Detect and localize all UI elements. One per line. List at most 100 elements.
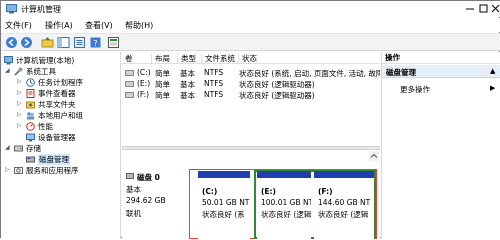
table-row[interactable]: (C:) 简单 基本 NTFS 状态良好 (系统, 启动, 页面文件, 活动, …: [122, 68, 380, 78]
expand-arrow-icon[interactable]: ▷: [17, 100, 22, 107]
cell-volume: (E:): [137, 79, 151, 88]
toolbar: ?: [1, 33, 500, 51]
more-actions-link[interactable]: 更多操作: [400, 84, 430, 95]
computer-management-window: 计算机管理 文件(F) 操作(A) 查看(V) 帮助(H) ? 计算机管理(本地…: [0, 0, 500, 239]
disk-icon: [126, 173, 134, 179]
tree-label-device-manager: 设备管理器: [38, 133, 76, 142]
close-icon: [491, 4, 500, 13]
properties-icon[interactable]: [73, 36, 86, 49]
col-header-type[interactable]: 类型: [178, 53, 202, 63]
chevron-up-icon: [370, 153, 378, 158]
submenu-arrow-icon[interactable]: ▶: [490, 84, 495, 92]
expand-arrow-icon[interactable]: ▷: [17, 111, 22, 118]
disk-map: 磁盘 0 基本 294.62 GB 联机 (C:) 50.01 GB NTI 状…: [122, 151, 380, 239]
window-title: 计算机管理: [21, 5, 61, 14]
disk-management-icon: [26, 156, 35, 163]
shared-folder-icon: [26, 101, 35, 109]
partition-size: 50.01 GB NTI: [202, 198, 250, 207]
cell-filesystem: NTFS: [204, 79, 224, 88]
collapse-up-icon[interactable]: ▲: [490, 67, 495, 75]
partition-status: 状态良好 (逻辑: [261, 210, 311, 219]
tree-label-root: 计算机管理(本地): [16, 56, 75, 65]
drive-icon: [125, 70, 134, 76]
up-folder-icon[interactable]: [41, 36, 54, 49]
partition-status: 状态良好 (逻辑: [318, 210, 369, 219]
cell-type: 基本: [180, 69, 195, 78]
drive-icon: [125, 92, 134, 98]
expand-arrow-icon[interactable]: ▷: [5, 166, 10, 173]
partition-size: 100.01 GB NT: [261, 198, 311, 207]
volume-list: 卷 布局 类型 文件系统 状态 (C:) 简单 基本 NTFS 状态良好 (系统…: [122, 52, 380, 146]
close-button[interactable]: [491, 2, 500, 14]
drive-icon: [125, 81, 134, 87]
show-hide-tree-icon[interactable]: [57, 36, 70, 49]
menu-view[interactable]: 查看(V): [85, 20, 113, 31]
partition-e[interactable]: (E:) 100.01 GB NT 状态良好 (逻辑: [257, 171, 311, 239]
cell-status: 状态良好 (逻辑驱动器): [239, 80, 315, 89]
tree-label-event-viewer: 事件查看器: [38, 89, 76, 98]
disk-info[interactable]: 磁盘 0 基本 294.62 GB 联机: [126, 171, 188, 239]
col-header-layout[interactable]: 布局: [152, 53, 178, 63]
disk-name: 磁盘 0: [137, 173, 160, 182]
menu-action[interactable]: 操作(A): [45, 20, 73, 31]
expand-arrow-icon[interactable]: ▷: [17, 89, 22, 96]
menu-help[interactable]: 帮助(H): [125, 20, 153, 31]
maximize-icon: [479, 4, 488, 13]
partition-size: 144.60 GB NT: [318, 198, 371, 207]
partition-bar: [257, 171, 311, 178]
storage-icon: [14, 145, 23, 152]
svg-text:?: ?: [93, 39, 97, 48]
back-icon[interactable]: [5, 36, 18, 49]
scroll-up-button[interactable]: [369, 151, 379, 161]
partition-label: (F:): [318, 187, 333, 196]
cell-filesystem: NTFS: [204, 68, 224, 77]
partition-bar: [314, 171, 374, 178]
help-icon[interactable]: ?: [89, 36, 102, 49]
tree-label-local-users: 本地用户和组: [38, 111, 83, 120]
tree-label-storage: 存储: [26, 144, 41, 153]
col-header-status[interactable]: 状态: [239, 53, 380, 63]
menu-file[interactable]: 文件(F): [5, 20, 32, 31]
cell-type: 基本: [180, 91, 195, 100]
event-log-icon: [26, 89, 35, 98]
tree-label-services: 服务和应用程序: [26, 166, 79, 175]
actions-section-disk-management[interactable]: 磁盘管理 ▲: [382, 65, 500, 78]
partition-bar: [198, 171, 250, 178]
cell-status: 状态良好 (系统, 启动, 页面文件, 活动, 故障: [239, 69, 380, 78]
col-header-volume[interactable]: 卷: [122, 53, 152, 63]
partition-status: 状态良好 (系: [202, 210, 245, 219]
partition-c[interactable]: (C:) 50.01 GB NTI 状态良好 (系: [198, 171, 250, 239]
export-icon[interactable]: [107, 36, 120, 49]
cell-layout: 简单: [155, 69, 170, 78]
cell-layout: 简单: [155, 80, 170, 89]
forward-icon[interactable]: [20, 36, 33, 49]
tree-label-system-tools: 系统工具: [26, 67, 56, 76]
volume-list-header: 卷 布局 类型 文件系统 状态: [122, 52, 380, 64]
minimize-icon: [466, 8, 474, 10]
users-icon: [27, 112, 34, 120]
col-header-filesystem[interactable]: 文件系统: [202, 53, 239, 63]
disk-status: 联机: [126, 209, 141, 218]
services-icon: [14, 167, 23, 174]
actions-pane: 操作 磁盘管理 ▲ 更多操作 ▶: [381, 52, 500, 239]
pane-splitter[interactable]: [122, 146, 380, 150]
maximize-button[interactable]: [479, 2, 488, 14]
minimize-button[interactable]: [465, 2, 475, 14]
device-manager-icon: [26, 133, 35, 142]
table-row[interactable]: (F:) 简单 基本 NTFS 状态良好 (逻辑驱动器): [122, 90, 380, 100]
collapse-arrow-icon[interactable]: ◢: [5, 67, 10, 74]
expand-arrow-icon[interactable]: ▷: [17, 78, 22, 85]
cell-volume: (C:): [137, 68, 151, 77]
disk-type: 基本: [126, 185, 141, 194]
disk-size: 294.62 GB: [126, 196, 166, 205]
computer-management-app-icon: [6, 4, 17, 14]
navigation-tree: 计算机管理(本地) ◢ 系统工具 ▷ 任务计划程序 ▷ 事件查看器 ▷ 共享文件…: [1, 52, 121, 239]
collapse-arrow-icon[interactable]: ◢: [5, 144, 10, 151]
tree-label-disk-management: 磁盘管理: [38, 154, 70, 165]
tools-icon: [14, 67, 23, 76]
partition-f[interactable]: (F:) 144.60 GB NT 状态良好 (逻辑: [314, 171, 374, 239]
tree-label-shared-folders: 共享文件夹: [38, 100, 76, 109]
table-row[interactable]: (E:) 简单 基本 NTFS 状态良好 (逻辑驱动器): [122, 79, 380, 89]
expand-arrow-icon[interactable]: ▷: [17, 122, 22, 129]
clock-icon: [26, 78, 35, 87]
